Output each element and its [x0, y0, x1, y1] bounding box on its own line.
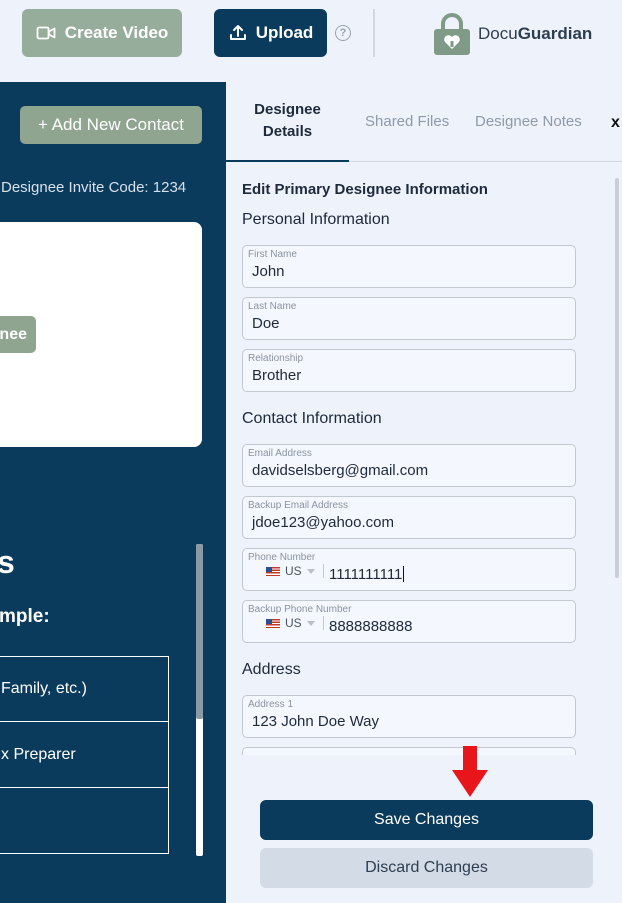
relationship-label: Relationship [248, 353, 304, 364]
country-code-select[interactable]: US [266, 564, 324, 578]
upload-icon [229, 25, 246, 40]
designee-type-table: Family, etc.) x Preparer [0, 656, 169, 854]
backup-phone-label: Backup Phone Number [248, 604, 352, 615]
first-name-value: John [252, 263, 285, 280]
backup-email-value: jdoe123@yahoo.com [252, 514, 394, 531]
help-icon[interactable]: ? [335, 25, 351, 41]
address1-field[interactable]: Address 1 123 John Doe Way [242, 695, 576, 738]
chevron-down-icon [306, 568, 315, 574]
designee-invite-code: Designee Invite Code: 1234 [1, 179, 187, 196]
backup-email-label: Backup Email Address [248, 500, 349, 511]
prefix-divider [322, 616, 324, 630]
discard-changes-button[interactable]: Discard Changes [260, 848, 593, 888]
country-code-value: US [285, 564, 302, 578]
detail-tabs: Designee Details Shared Files Designee N… [226, 82, 622, 162]
table-row[interactable]: x Preparer [0, 722, 169, 788]
us-flag-icon [266, 566, 280, 576]
upload-label: Upload [255, 23, 314, 42]
table-row[interactable] [0, 788, 169, 854]
table-row[interactable]: Family, etc.) [0, 656, 169, 722]
tab-designee-details[interactable]: Designee Details [226, 82, 349, 162]
last-name-label: Last Name [248, 301, 297, 312]
docuguardian-logo[interactable]: DocuGuardian [432, 12, 592, 56]
logo-text: DocuGuardian [478, 24, 593, 43]
create-video-button[interactable]: Create Video [22, 9, 182, 57]
chevron-down-icon [306, 620, 315, 626]
tab-designee-notes[interactable]: Designee Notes [475, 113, 582, 130]
create-video-label: Create Video [64, 23, 169, 42]
phone-number-field[interactable]: Phone Number US 1111111111 [242, 548, 576, 591]
contact-info-heading: Contact Information [242, 410, 382, 427]
backup-country-code-value: US [285, 616, 302, 630]
first-name-field[interactable]: First Name John [242, 245, 576, 288]
form-scrollbar[interactable] [615, 178, 619, 578]
email-field[interactable]: Email Address davidselsberg@gmail.com [242, 444, 576, 487]
email-label: Email Address [248, 448, 312, 459]
last-name-field[interactable]: Last Name Doe [242, 297, 576, 340]
video-camera-icon [36, 26, 56, 40]
top-bar: Create Video Upload ? DocuGuardian [0, 0, 622, 82]
designee-detail-panel: Designee Details Shared Files Designee N… [226, 82, 622, 903]
upload-button[interactable]: Upload [214, 9, 327, 57]
contacts-panel: + Add New Contact Designee Invite Code: … [0, 82, 226, 903]
address1-label: Address 1 [248, 699, 294, 710]
arrow-down-icon [452, 746, 488, 797]
last-name-value: Doe [252, 315, 280, 332]
padlock-heart-icon [434, 13, 470, 55]
relationship-field[interactable]: Relationship Brother [242, 349, 576, 392]
left-scrollbar-thumb[interactable] [196, 544, 203, 719]
designee-card-button[interactable]: nee [0, 316, 36, 353]
backup-phone-value: 8888888888 [329, 618, 413, 635]
add-new-contact-button[interactable]: + Add New Contact [20, 106, 202, 144]
phone-number-label: Phone Number [248, 552, 316, 563]
address-heading: Address [242, 661, 301, 678]
form-title: Edit Primary Designee Information [242, 181, 488, 198]
toolbar-divider [373, 9, 375, 57]
backup-phone-field[interactable]: Backup Phone Number US 8888888888 [242, 600, 576, 643]
save-changes-button[interactable]: Save Changes [260, 800, 593, 840]
backup-email-field[interactable]: Backup Email Address jdoe123@yahoo.com [242, 496, 576, 539]
phone-number-value: 1111111111 [329, 566, 405, 583]
address2-field[interactable] [242, 747, 576, 755]
example-label-fragment: mple: [0, 606, 50, 627]
us-flag-icon [266, 618, 280, 628]
relationship-value: Brother [252, 367, 302, 384]
tab-shared-files[interactable]: Shared Files [365, 113, 449, 130]
section-heading-fragment: s [0, 544, 15, 580]
address1-value: 123 John Doe Way [252, 713, 380, 730]
backup-country-code-select[interactable]: US [266, 616, 324, 630]
close-panel-button[interactable]: x [611, 114, 620, 132]
first-name-label: First Name [248, 249, 297, 260]
email-value: davidselsberg@gmail.com [252, 462, 429, 479]
prefix-divider [322, 564, 324, 578]
personal-info-heading: Personal Information [242, 211, 390, 228]
text-cursor [403, 566, 405, 582]
